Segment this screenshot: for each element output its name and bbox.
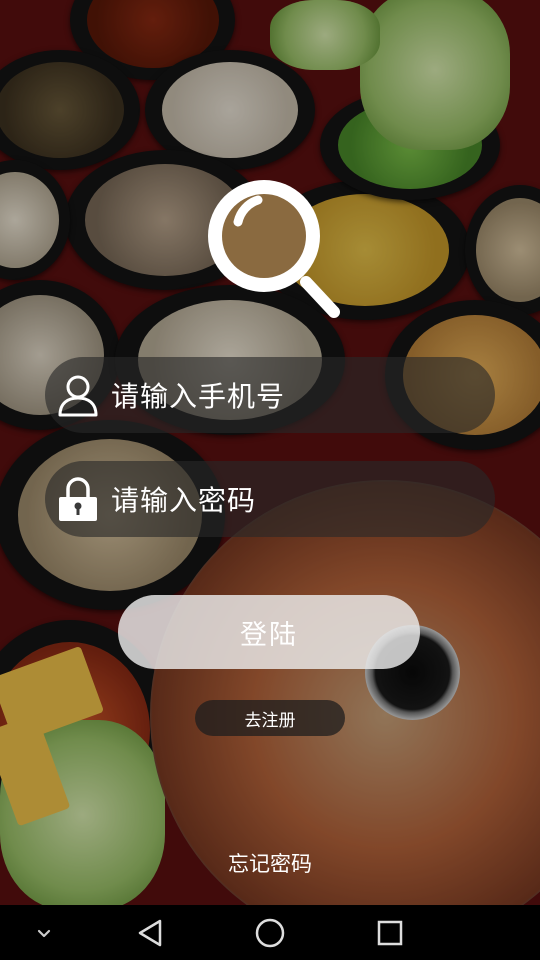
password-field[interactable]: 请输入密码 [45,461,495,537]
forgot-password-link[interactable]: 忘记密码 [0,848,540,878]
register-button[interactable]: 去注册 [195,700,345,736]
background-food-photo [0,0,540,905]
recents-square-icon[interactable] [370,905,410,960]
back-triangle-icon[interactable] [130,905,170,960]
chevron-down-icon[interactable] [24,905,64,960]
search-icon [196,170,346,320]
phone-placeholder: 请输入手机号 [111,380,286,413]
home-circle-icon[interactable] [250,905,290,960]
system-navigation-bar [0,905,540,960]
password-placeholder: 请输入密码 [111,484,257,517]
login-button[interactable]: 登陆 [118,595,420,669]
lock-icon [45,461,111,537]
user-icon [45,357,111,433]
phone-field[interactable]: 请输入手机号 [45,357,495,433]
